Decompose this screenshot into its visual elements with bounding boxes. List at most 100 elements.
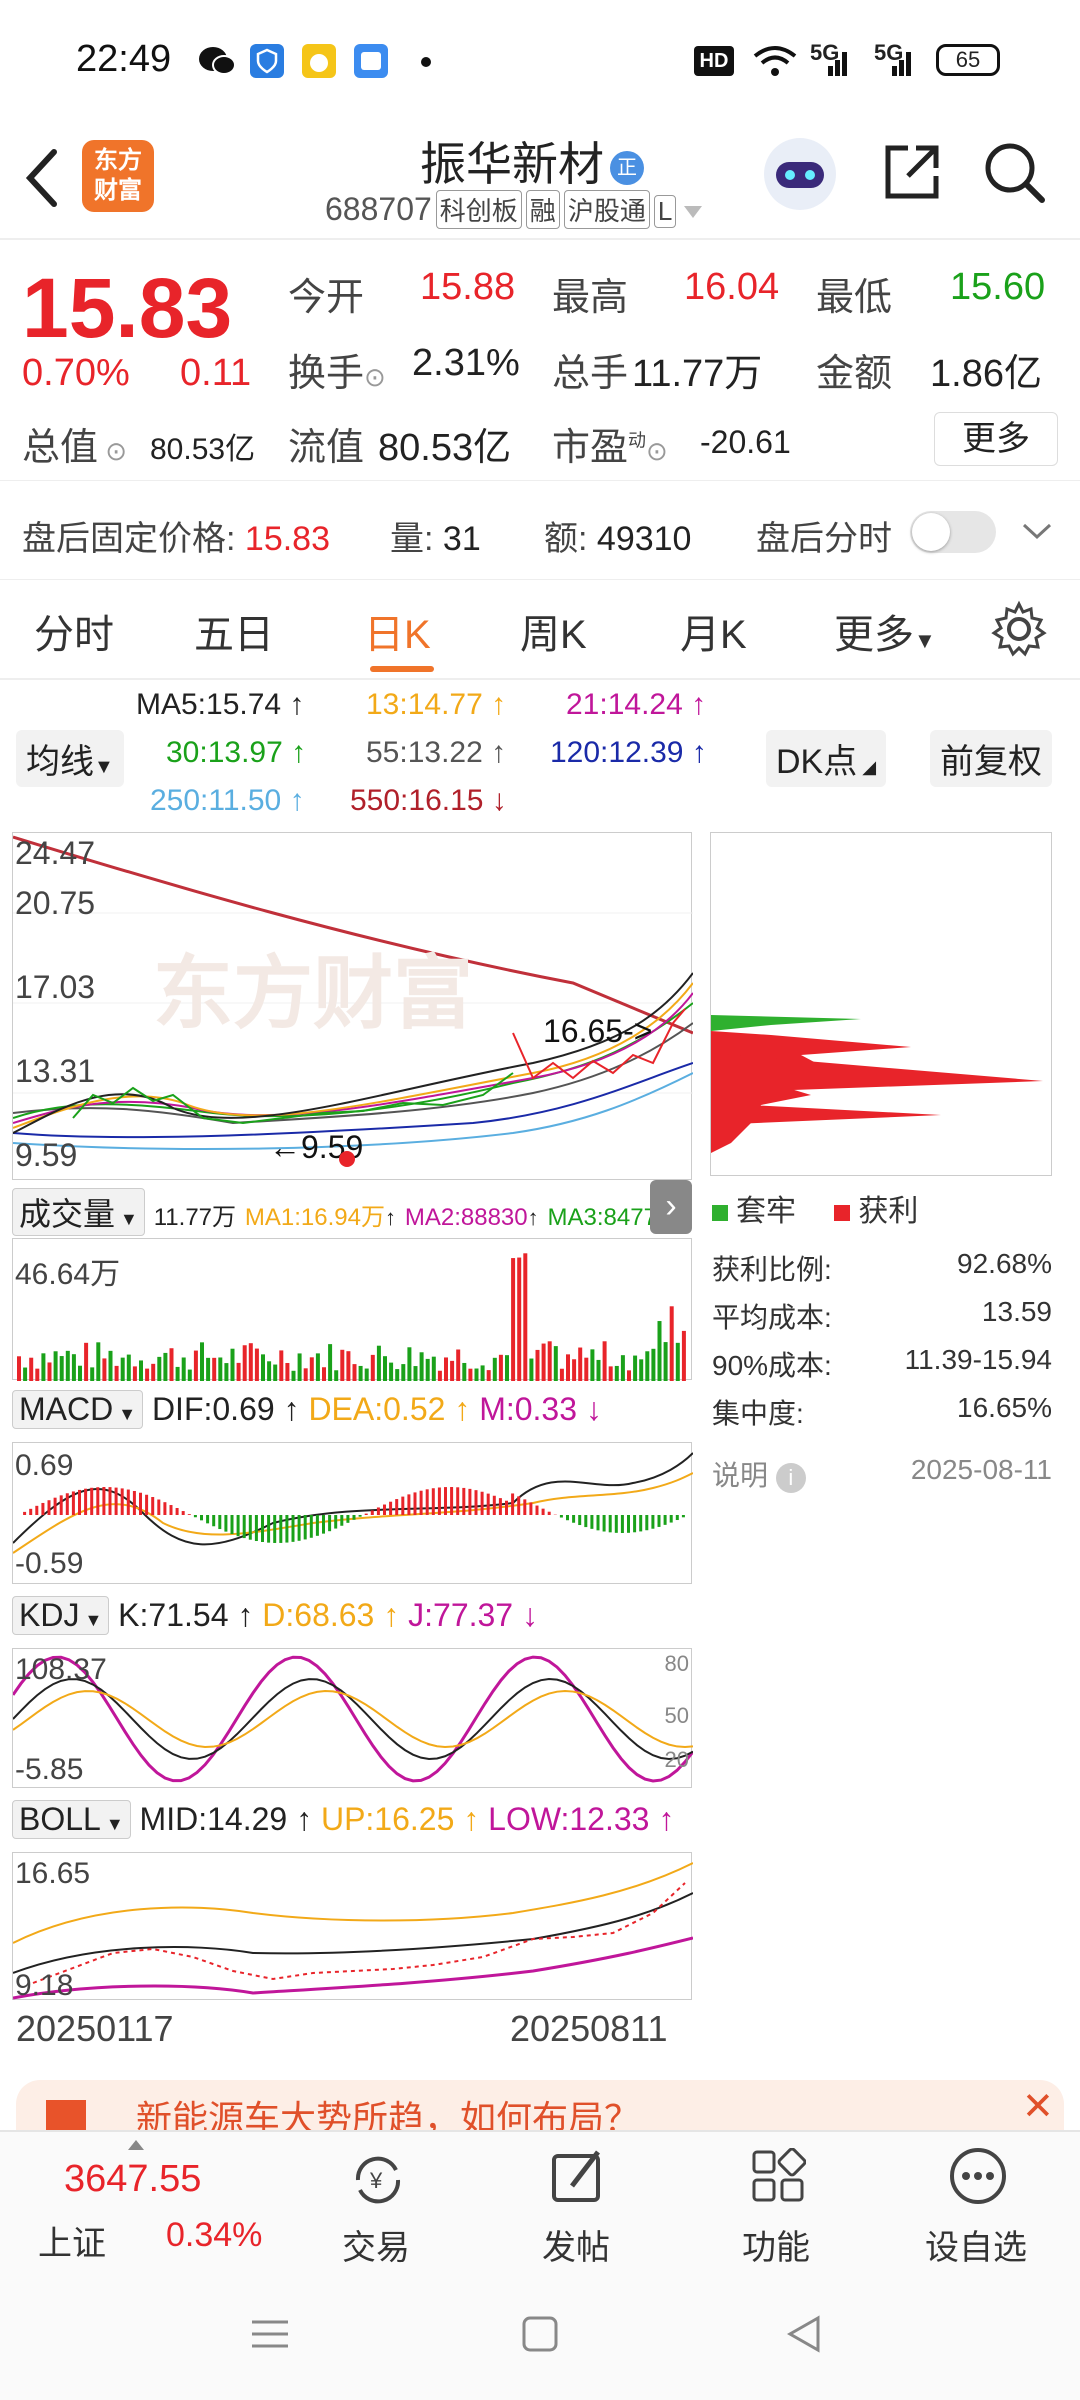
watermark: 东方财富	[153, 949, 473, 1038]
tab-daily-k[interactable]: 日K	[364, 602, 431, 660]
index-name: 上证	[38, 2225, 106, 2263]
tab-more[interactable]: 更多▼	[834, 602, 936, 660]
boll-chart[interactable]: 16.65 9.18	[12, 1852, 694, 2002]
volume-chart[interactable]: 46.64万	[12, 1238, 692, 1381]
after-hours-bar: 盘后固定价格: 15.83 量: 31 额: 49310 盘后分时	[0, 480, 1080, 580]
price-adjust-button[interactable]: 前复权	[930, 730, 1052, 787]
title-badge-icon: 正	[610, 150, 644, 185]
logo-line-1: 东方	[94, 147, 142, 174]
tag-connect: 沪股通	[563, 190, 650, 229]
more-button[interactable]: 更多	[934, 412, 1058, 466]
dk-point-marker-icon[interactable]	[337, 1149, 357, 1169]
promo-banner[interactable]: 新能源车大势所趋，如何布局？ ✕	[16, 2080, 1064, 2130]
date-end: 20250811	[510, 2008, 668, 2049]
volume-label: 总手	[552, 353, 629, 395]
app-logo[interactable]: 东方 财富	[82, 140, 154, 212]
ma13-value: 13:14.77 ↑	[366, 688, 507, 721]
tab-five-day[interactable]: 五日	[194, 602, 274, 660]
chevron-down-icon[interactable]	[1020, 519, 1054, 543]
kdj-selector[interactable]: KDJ ▼	[12, 1596, 110, 1635]
clock: 22:49	[76, 38, 172, 80]
kdj-ref-50: 50	[664, 1703, 689, 1728]
boll-selector[interactable]: BOLL ▼	[12, 1800, 131, 1839]
volume-selector[interactable]: 成交量 ▼	[12, 1188, 145, 1236]
high-value: 16.04	[684, 266, 780, 308]
volume-value: 11.77万	[632, 353, 763, 395]
banner-text: 新能源车大势所趋，如何布局？	[136, 2098, 641, 2130]
boll-y-bottom: 9.18	[15, 1969, 74, 2002]
current-price: 15.83	[22, 261, 233, 355]
macd-chart[interactable]: 0.69 -0.59	[12, 1442, 694, 1584]
index-ticker[interactable]: 3647.55 上证 0.34%	[0, 2132, 300, 2272]
macd-y-bottom: -0.59	[15, 1547, 84, 1580]
stock-code: 688707	[325, 191, 432, 227]
after-hours-volume: 量: 31	[390, 520, 481, 558]
wechat-icon	[199, 47, 236, 75]
open-label: 今开	[288, 277, 365, 319]
open-value: 15.88	[420, 266, 516, 308]
robot-assistant-icon[interactable]	[760, 132, 840, 216]
ma550-value: 550:16.15 ↓	[350, 784, 507, 817]
max-annotation: 16.65->	[543, 1013, 653, 1049]
mcap-value: 80.53亿	[150, 433, 256, 466]
tag-margin: 融	[525, 190, 560, 229]
ma55-value: 55:13.22 ↑	[366, 736, 507, 769]
turnover-label: 换手⊙	[288, 353, 386, 395]
after-hours-toggle[interactable]	[910, 511, 996, 553]
macd-selector[interactable]: MACD ▼	[12, 1390, 144, 1429]
info-circle-icon[interactable]: ⊙	[646, 436, 668, 466]
low-value: 15.60	[950, 266, 1046, 308]
back-icon[interactable]	[784, 2314, 824, 2354]
tag-more: L	[653, 195, 677, 228]
signal-icon-2	[892, 52, 911, 76]
expand-arrow-button[interactable]: ›	[650, 1180, 692, 1234]
float-value: 80.53亿	[378, 427, 512, 469]
chip-note[interactable]: 说明 i 2025-08-11	[712, 1454, 1052, 1494]
search-icon[interactable]	[980, 138, 1048, 206]
boll-legend: BOLL ▼ MID:14.29 ↑ UP:16.25 ↑ LOW:12.33 …	[12, 1800, 674, 1839]
ma120-line	[13, 1062, 693, 1139]
y-label-5: 9.59	[15, 1137, 78, 1173]
chip-distribution-chart[interactable]	[710, 832, 1052, 1176]
low-label: 最低	[816, 277, 893, 319]
ma-legend: MA5:15.74 ↑ 13:14.77 ↑ 21:14.24 ↑ 均线▼ 30…	[0, 680, 1080, 830]
stock-name-text: 振华新材	[420, 138, 604, 190]
y-label-3: 17.03	[15, 969, 96, 1005]
share-icon[interactable]	[880, 140, 944, 204]
close-icon[interactable]: ✕	[1022, 2084, 1054, 2129]
index-value: 3647.55	[64, 2158, 202, 2200]
change-percent: 0.70%	[22, 352, 130, 394]
menu-icon[interactable]	[250, 2314, 290, 2354]
blue-app-icon	[354, 44, 388, 78]
nav-add-watchlist[interactable]: 设自选	[906, 2132, 1046, 2272]
nav-functions[interactable]: 功能	[706, 2132, 846, 2272]
grid-functions-icon	[752, 2148, 806, 2202]
info-circle-icon[interactable]: ⊙	[364, 362, 386, 392]
info-circle-icon[interactable]: ⊙	[98, 436, 127, 466]
macd-y-top: 0.69	[15, 1449, 74, 1482]
dk-points-button[interactable]: DK点 ◢	[766, 730, 887, 787]
battery-icon: 65	[936, 44, 1000, 76]
turnover-value: 2.31%	[412, 342, 520, 384]
avg-cost: 平均成本: 13.59	[712, 1296, 1052, 1333]
tab-intraday[interactable]: 分时	[34, 602, 114, 660]
nav-post[interactable]: 发帖	[506, 2132, 646, 2272]
back-arrow-icon[interactable]	[22, 146, 62, 210]
kline-chart[interactable]: 东方财富 24.47 20.75 17.03 13.31 9.59 16.65-…	[12, 832, 693, 1180]
yellow-app-icon	[302, 44, 336, 78]
ma-selector[interactable]: 均线▼	[16, 730, 124, 787]
tab-monthly-k[interactable]: 月K	[680, 602, 747, 660]
expand-triangle-icon[interactable]	[682, 204, 704, 220]
nav-trade[interactable]: ¥ 交易	[306, 2132, 446, 2272]
settings-gear-icon[interactable]	[990, 600, 1048, 658]
stock-name[interactable]: 振华新材正	[420, 128, 644, 194]
profit-ratio: 获利比例: 92.68%	[712, 1248, 1052, 1285]
home-icon[interactable]	[520, 2314, 560, 2354]
active-tab-underline	[370, 666, 434, 672]
concentration: 集中度: 16.65%	[712, 1392, 1052, 1429]
stock-header: 东方 财富 振华新材正 688707 科创板融沪股通 L	[0, 120, 1080, 240]
tag-star-market: 科创板	[435, 190, 522, 229]
tab-weekly-k[interactable]: 周K	[520, 602, 587, 660]
kdj-chart[interactable]: 108.37 -5.85 80 50 20	[11, 1648, 695, 1788]
edit-post-icon	[552, 2150, 600, 2202]
